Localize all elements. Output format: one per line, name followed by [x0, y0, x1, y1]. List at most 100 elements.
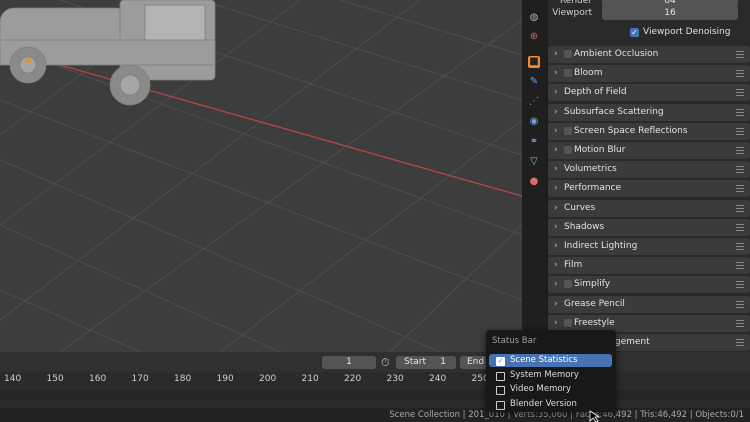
- panel-header[interactable]: › Indirect Lighting: [548, 238, 750, 255]
- drag-handle-icon[interactable]: [736, 223, 744, 231]
- panel-enable-checkbox[interactable]: [564, 69, 572, 78]
- panel-header[interactable]: › Volumetrics: [548, 161, 750, 179]
- menu-item-label: Blender Version: [510, 398, 577, 409]
- origin-point: [25, 57, 31, 63]
- drag-handle-icon[interactable]: [736, 300, 744, 308]
- chevron-right-icon: ›: [554, 164, 558, 175]
- checkbox-unchecked-icon: [496, 386, 505, 395]
- panel-label: Shadows: [564, 221, 605, 232]
- menu-item-label: System Memory: [510, 369, 579, 380]
- drag-handle-icon[interactable]: [736, 70, 744, 78]
- physics-icon[interactable]: ◉: [528, 116, 540, 128]
- panel-header[interactable]: › Depth of Field: [548, 84, 750, 102]
- drag-handle-icon[interactable]: [736, 108, 744, 116]
- chevron-right-icon: ›: [554, 279, 558, 290]
- frame-tick-label: 240: [429, 374, 447, 384]
- drag-handle-icon[interactable]: [736, 185, 744, 193]
- drag-handle-icon[interactable]: [736, 89, 744, 97]
- drag-handle-icon[interactable]: [736, 319, 744, 327]
- menu-item[interactable]: Blender Version: [489, 398, 612, 411]
- drag-handle-icon[interactable]: [736, 204, 744, 212]
- panel-label: Performance: [564, 183, 622, 194]
- panel-header[interactable]: › Motion Blur: [548, 142, 750, 159]
- chevron-right-icon: ›: [554, 49, 558, 59]
- panel-enable-checkbox[interactable]: [564, 318, 572, 327]
- x-axis-line: [0, 47, 522, 197]
- 3d-viewport[interactable]: [0, 0, 522, 352]
- frame-tick-label: 140: [4, 374, 22, 384]
- chevron-right-icon: ›: [554, 260, 558, 271]
- drag-handle-icon[interactable]: [736, 243, 744, 250]
- menu-item-label: Video Memory: [510, 384, 572, 394]
- viewport-denoising-checkbox[interactable]: ✓ Viewport Denoising: [630, 26, 730, 38]
- viewport-grid: [0, 0, 522, 352]
- panel-enable-checkbox[interactable]: [564, 50, 572, 58]
- frame-tick-label: 200: [259, 374, 277, 384]
- current-frame-field[interactable]: 1: [322, 356, 376, 369]
- panel-label: Screen Space Reflections: [574, 125, 688, 136]
- object-icon[interactable]: ■: [528, 56, 540, 68]
- panel-header[interactable]: › Performance: [548, 180, 750, 198]
- viewport-samples-field[interactable]: 16: [602, 6, 738, 20]
- mouse-cursor-icon: [589, 410, 601, 422]
- world-icon-red[interactable]: ⊕: [528, 31, 540, 43]
- panel-header[interactable]: › Film: [548, 257, 750, 275]
- panel-enable-checkbox[interactable]: [564, 280, 572, 289]
- panel-header[interactable]: › Ambient Occlusion: [548, 46, 750, 63]
- material-icon[interactable]: ●: [528, 176, 540, 188]
- particles-icon[interactable]: ⋰: [528, 96, 540, 108]
- panel-enable-checkbox[interactable]: [564, 126, 572, 135]
- chevron-right-icon: ›: [554, 202, 558, 213]
- start-value: 1: [440, 357, 446, 367]
- start-frame-field[interactable]: Start 1: [396, 356, 456, 369]
- panel-header[interactable]: › Shadows: [548, 218, 750, 236]
- panel-header[interactable]: › Bloom: [548, 65, 750, 83]
- panel-enable-checkbox[interactable]: [564, 146, 572, 154]
- menu-item[interactable]: ✓ Scene Statistics: [489, 354, 612, 367]
- timeline-track[interactable]: [0, 390, 750, 400]
- viewport-samples-row: Viewport 16: [548, 6, 750, 20]
- frame-tick-label: 180: [174, 374, 192, 384]
- checkbox-checked-icon: ✓: [630, 28, 639, 37]
- drag-handle-icon[interactable]: [736, 147, 744, 154]
- menu-item[interactable]: Video Memory: [489, 383, 612, 396]
- data-icon[interactable]: ▽: [528, 156, 540, 168]
- panel-label: Curves: [564, 202, 596, 213]
- checkbox-unchecked-icon: [496, 371, 505, 381]
- panel-header[interactable]: › Subsurface Scattering: [548, 103, 750, 121]
- status-bar[interactable]: Scene Collection | 201_010 | Verts:35,06…: [0, 408, 750, 422]
- frame-tick-label: 190: [216, 374, 234, 384]
- chevron-right-icon: ›: [554, 106, 558, 117]
- panel-label: Simplify: [574, 279, 611, 290]
- constraints-icon[interactable]: ⚭: [528, 136, 540, 148]
- frame-tick-label: 230: [386, 374, 404, 384]
- panel-header[interactable]: › Curves: [548, 199, 750, 217]
- drag-handle-icon[interactable]: [736, 281, 744, 289]
- panel-label: Grease Pencil: [564, 298, 625, 309]
- chevron-right-icon: ›: [554, 68, 558, 79]
- chevron-right-icon: ›: [554, 183, 558, 194]
- panel-header[interactable]: › Simplify: [548, 276, 750, 294]
- panel-header[interactable]: › Screen Space Reflections: [548, 122, 750, 140]
- drag-handle-icon[interactable]: [736, 339, 744, 346]
- drag-handle-icon[interactable]: [736, 262, 744, 270]
- chevron-right-icon: ›: [554, 241, 558, 251]
- timer-icon[interactable]: ⏱: [381, 356, 390, 369]
- end-label: End: [467, 357, 485, 367]
- wrench-icon[interactable]: ✎: [528, 76, 540, 88]
- drag-handle-icon[interactable]: [736, 127, 744, 135]
- drag-handle-icon[interactable]: [736, 51, 744, 58]
- chevron-right-icon: ›: [554, 298, 558, 309]
- viewport-denoising-label: Viewport Denoising: [643, 27, 731, 37]
- chevron-right-icon: ›: [554, 221, 558, 232]
- panel-header[interactable]: › Grease Pencil: [548, 295, 750, 313]
- menu-item-label: Scene Statistics: [510, 355, 578, 365]
- menu-item[interactable]: System Memory: [489, 369, 612, 382]
- panel-label: Volumetrics: [564, 164, 617, 175]
- panel-label: Subsurface Scattering: [564, 106, 664, 117]
- drag-handle-icon[interactable]: [736, 166, 744, 174]
- timeline[interactable]: 140 150 160 170 180 190 200 210 220 230 240 250: [0, 372, 750, 408]
- panel-label: Indirect Lighting: [564, 241, 638, 251]
- chevron-right-icon: ›: [554, 145, 558, 155]
- frame-tick-label: 210: [301, 374, 319, 384]
